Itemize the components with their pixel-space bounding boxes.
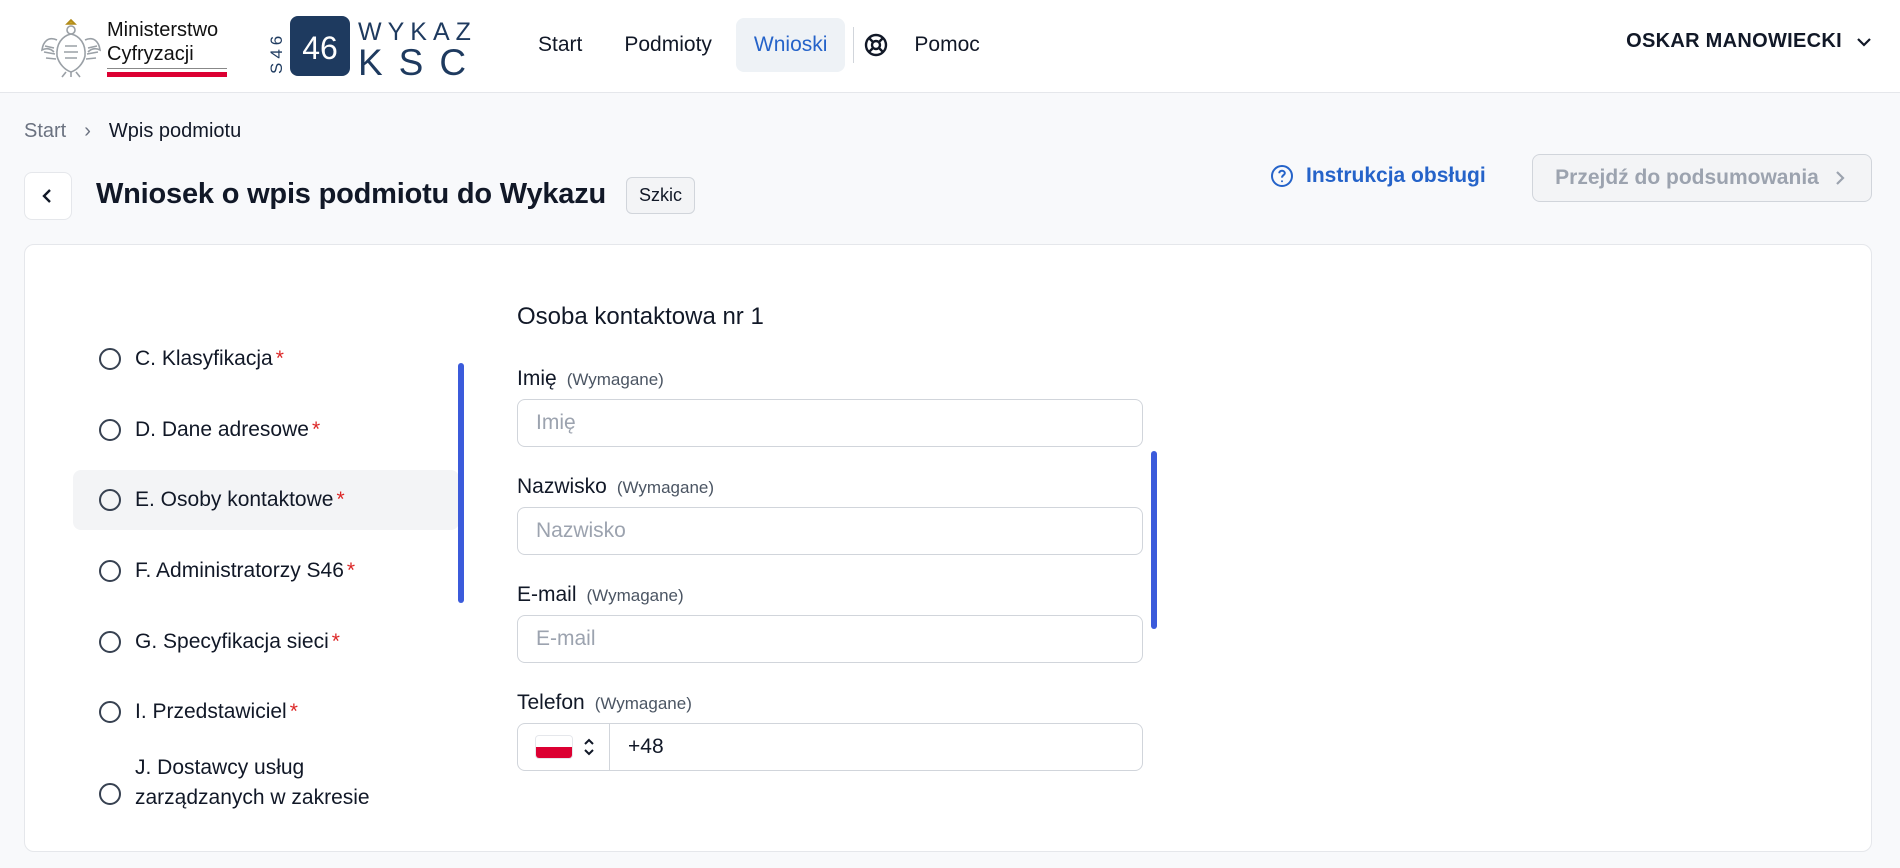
question-circle-icon (1271, 165, 1293, 187)
step-label-line1: J. Dostawcy usług (135, 756, 305, 779)
form-scrollbar[interactable] (1151, 451, 1157, 629)
page-title: Wniosek o wpis podmiotu do Wykazu (96, 178, 607, 210)
required-hint: (Wymagane) (586, 586, 684, 605)
nav-item-wnioski[interactable]: Wnioski (735, 18, 846, 72)
step-d-dane-adresowe[interactable]: D. Dane adresowe * (73, 400, 459, 460)
step-label: I. Przedstawiciel (135, 700, 287, 723)
breadcrumb-start[interactable]: Start (24, 120, 66, 143)
step-radio-icon (99, 489, 121, 511)
section-title: Osoba kontaktowa nr 1 (517, 303, 764, 330)
step-g-specyfikacja-sieci[interactable]: G. Specyfikacja sieci * (73, 612, 459, 672)
breadcrumb-current: Wpis podmiotu (108, 120, 242, 142)
user-name: OSKAR MANOWIECKI (1626, 30, 1842, 52)
ksc-logo-side-text: S46 (267, 32, 286, 74)
wykaz-ksc-logo[interactable]: S46 46 WYKAZ KSC (262, 14, 502, 78)
nav-divider (853, 27, 855, 63)
step-label: F. Administratorzy S46 (135, 559, 344, 582)
form-card: C. Klasyfikacja * D. Dane adresowe * E. … (24, 244, 1872, 852)
email-label-text: E-mail (517, 583, 577, 606)
go-to-summary-button[interactable]: Przejdź do podsumowania (1532, 154, 1872, 202)
step-radio-icon (99, 348, 121, 370)
last-name-label: Nazwisko (Wymagane) (517, 475, 714, 499)
first-name-label: Imię (Wymagane) (517, 367, 664, 391)
logo-red-stripe (107, 72, 227, 77)
required-marker: * (275, 347, 284, 370)
top-navigation-bar: Ministerstwo Cyfryzacji S46 46 WYKAZ KSC… (0, 0, 1900, 93)
step-radio-icon (99, 560, 121, 582)
phone-field: +48 (517, 723, 1143, 771)
contact-person-form: Osoba kontaktowa nr 1 Imię (Wymagane) Naz… (517, 303, 1171, 851)
ksc-logo-title-bottom: KSC (358, 42, 482, 78)
step-f-administratorzy[interactable]: F. Administratorzy S46 * (73, 541, 459, 601)
step-radio-icon (99, 631, 121, 653)
required-marker: * (346, 559, 356, 582)
logo-divider (107, 68, 227, 69)
chevron-right-icon (1836, 171, 1845, 185)
step-c-klasyfikacja[interactable]: C. Klasyfikacja * (73, 329, 459, 389)
phone-label-text: Telefon (517, 691, 585, 714)
step-label: E. Osoby kontaktowe (135, 488, 334, 511)
last-name-label-text: Nazwisko (517, 475, 607, 498)
chevron-down-icon (1857, 37, 1871, 47)
breadcrumb-separator-icon: › (84, 120, 91, 142)
nav-item-help[interactable]: Pomoc (864, 33, 980, 57)
ministry-logo[interactable]: Ministerstwo Cyfryzacji (40, 14, 230, 80)
help-label: Pomoc (914, 33, 980, 56)
ministry-logo-line2: Cyfryzacji (107, 43, 194, 65)
required-marker: * (311, 418, 321, 441)
step-j-dostawcy-uslug[interactable]: J. Dostawcy usług zarządzanych w zakresi… (73, 753, 459, 823)
step-label: D. Dane adresowe (135, 418, 309, 441)
step-i-przedstawiciel[interactable]: I. Przedstawiciel * (73, 682, 459, 742)
chevron-up-down-icon (584, 738, 594, 756)
breadcrumb: Start › Wpis podmiotu (24, 120, 241, 143)
status-badge: Szkic (626, 177, 696, 214)
user-menu[interactable]: OSKAR MANOWIECKI (1626, 30, 1874, 53)
step-radio-icon (99, 783, 121, 805)
last-name-input[interactable] (517, 507, 1143, 555)
step-radio-icon (99, 419, 121, 441)
required-marker: * (336, 488, 345, 511)
phone-number-input[interactable]: +48 (610, 724, 1142, 770)
nav-item-podmioty[interactable]: Podmioty (606, 18, 730, 72)
step-label: G. Specyfikacja sieci (135, 630, 329, 653)
required-marker: * (331, 630, 340, 653)
first-name-input[interactable] (517, 399, 1143, 447)
nav-item-start[interactable]: Start (520, 18, 600, 72)
back-button[interactable] (24, 172, 72, 220)
user-manual-label: Instrukcja obsługi (1306, 164, 1486, 187)
step-radio-icon (99, 701, 121, 723)
required-hint: (Wymagane) (594, 694, 692, 713)
steps-nav: C. Klasyfikacja * D. Dane adresowe * E. … (73, 309, 463, 849)
step-e-osoby-kontaktowe[interactable]: E. Osoby kontaktowe * (73, 470, 459, 530)
step-label-multiline: J. Dostawcy usług zarządzanych w zakresi… (135, 753, 370, 813)
step-label: C. Klasyfikacja (135, 347, 273, 370)
ksc-logo-badge-text: 46 (302, 30, 338, 66)
country-code-select[interactable] (518, 724, 610, 770)
email-input[interactable] (517, 615, 1143, 663)
lifebuoy-icon (865, 33, 888, 57)
main-nav: Start Podmioty Wnioski Pomoc (520, 18, 980, 72)
poland-flag-icon (536, 736, 572, 758)
summary-button-label: Przejdź do podsumowania (1555, 166, 1819, 189)
chevron-left-icon (42, 189, 51, 203)
ministry-logo-line1: Ministerstwo (107, 19, 219, 41)
steps-scrollbar[interactable] (458, 363, 464, 603)
first-name-label-text: Imię (517, 367, 557, 390)
email-label: E-mail (Wymagane) (517, 583, 684, 607)
phone-label: Telefon (Wymagane) (517, 691, 692, 715)
step-label-line2: zarządzanych w zakresie (135, 786, 370, 809)
required-marker: * (289, 700, 298, 723)
required-hint: (Wymagane) (566, 370, 664, 389)
required-hint: (Wymagane) (616, 478, 715, 497)
user-manual-link[interactable]: Instrukcja obsługi (1270, 164, 1486, 188)
eagle-emblem-icon (41, 18, 101, 78)
